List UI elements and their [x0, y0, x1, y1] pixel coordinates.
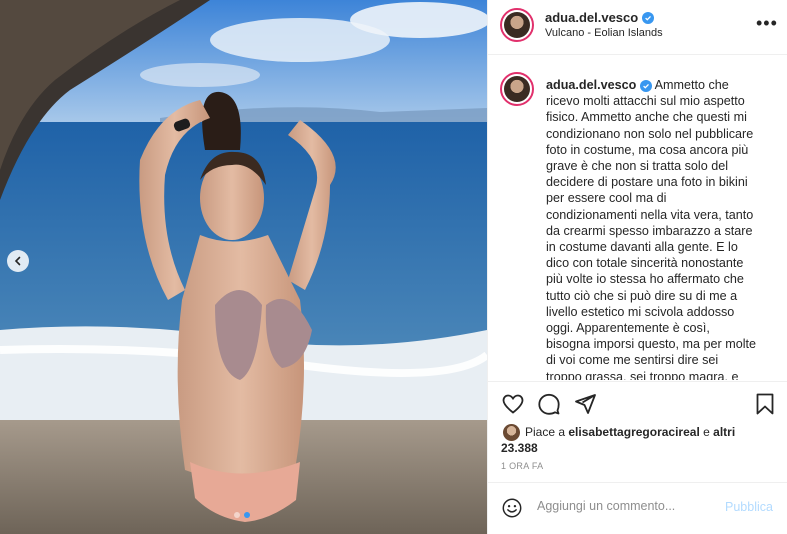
- share-icon[interactable]: [573, 392, 597, 416]
- chevron-left-icon: [14, 256, 21, 266]
- emoji-icon[interactable]: [501, 497, 523, 519]
- likes-summary: Piace a elisabettagregoraci​real e altri…: [488, 420, 787, 460]
- more-options-icon[interactable]: •••: [756, 14, 778, 32]
- carousel-prev-button[interactable]: [7, 250, 29, 272]
- beach-photo-image: [0, 0, 487, 534]
- caption-area: adua.del.vesco Ammetto che ricevo molti …: [488, 56, 787, 380]
- action-bar: [488, 381, 787, 421]
- caption-text: Ammetto che ricevo molti attacchi sul mi…: [546, 78, 756, 380]
- author-username[interactable]: adua.del.vesco: [545, 10, 638, 25]
- liker-username[interactable]: elisabettagregoraci​real: [568, 425, 699, 439]
- comment-input[interactable]: [537, 499, 717, 513]
- carousel-dot: [234, 512, 240, 518]
- heart-icon[interactable]: [501, 392, 525, 416]
- author-avatar[interactable]: [500, 8, 534, 42]
- carousel-dot-active: [244, 512, 250, 518]
- verified-badge-icon: [642, 11, 655, 24]
- publish-button[interactable]: Pubblica: [725, 500, 773, 514]
- comment-icon[interactable]: [537, 392, 561, 416]
- caption-author-avatar[interactable]: [500, 72, 534, 106]
- post-photo[interactable]: [0, 0, 487, 534]
- post-details-panel: adua.del.vesco Vulcano - Eolian Islands …: [487, 0, 787, 534]
- comment-bar: Pubblica: [488, 482, 787, 534]
- bookmark-icon[interactable]: [753, 392, 777, 416]
- likes-conjunction: e: [703, 425, 710, 439]
- likes-text: Piace a elisabettagregoraci​real e altri…: [501, 424, 741, 456]
- post-location[interactable]: Vulcano - Eolian Islands: [545, 27, 663, 39]
- caption-username[interactable]: adua.del.vesco: [546, 78, 636, 92]
- post-header: adua.del.vesco Vulcano - Eolian Islands …: [488, 0, 787, 55]
- carousel-indicator: [234, 512, 250, 518]
- verified-badge-icon: [639, 80, 652, 92]
- caption: adua.del.vesco Ammetto che ricevo molti …: [546, 77, 756, 380]
- likes-prefix: Piace a: [525, 425, 566, 439]
- post-timestamp[interactable]: 1 ORA FA: [501, 461, 543, 471]
